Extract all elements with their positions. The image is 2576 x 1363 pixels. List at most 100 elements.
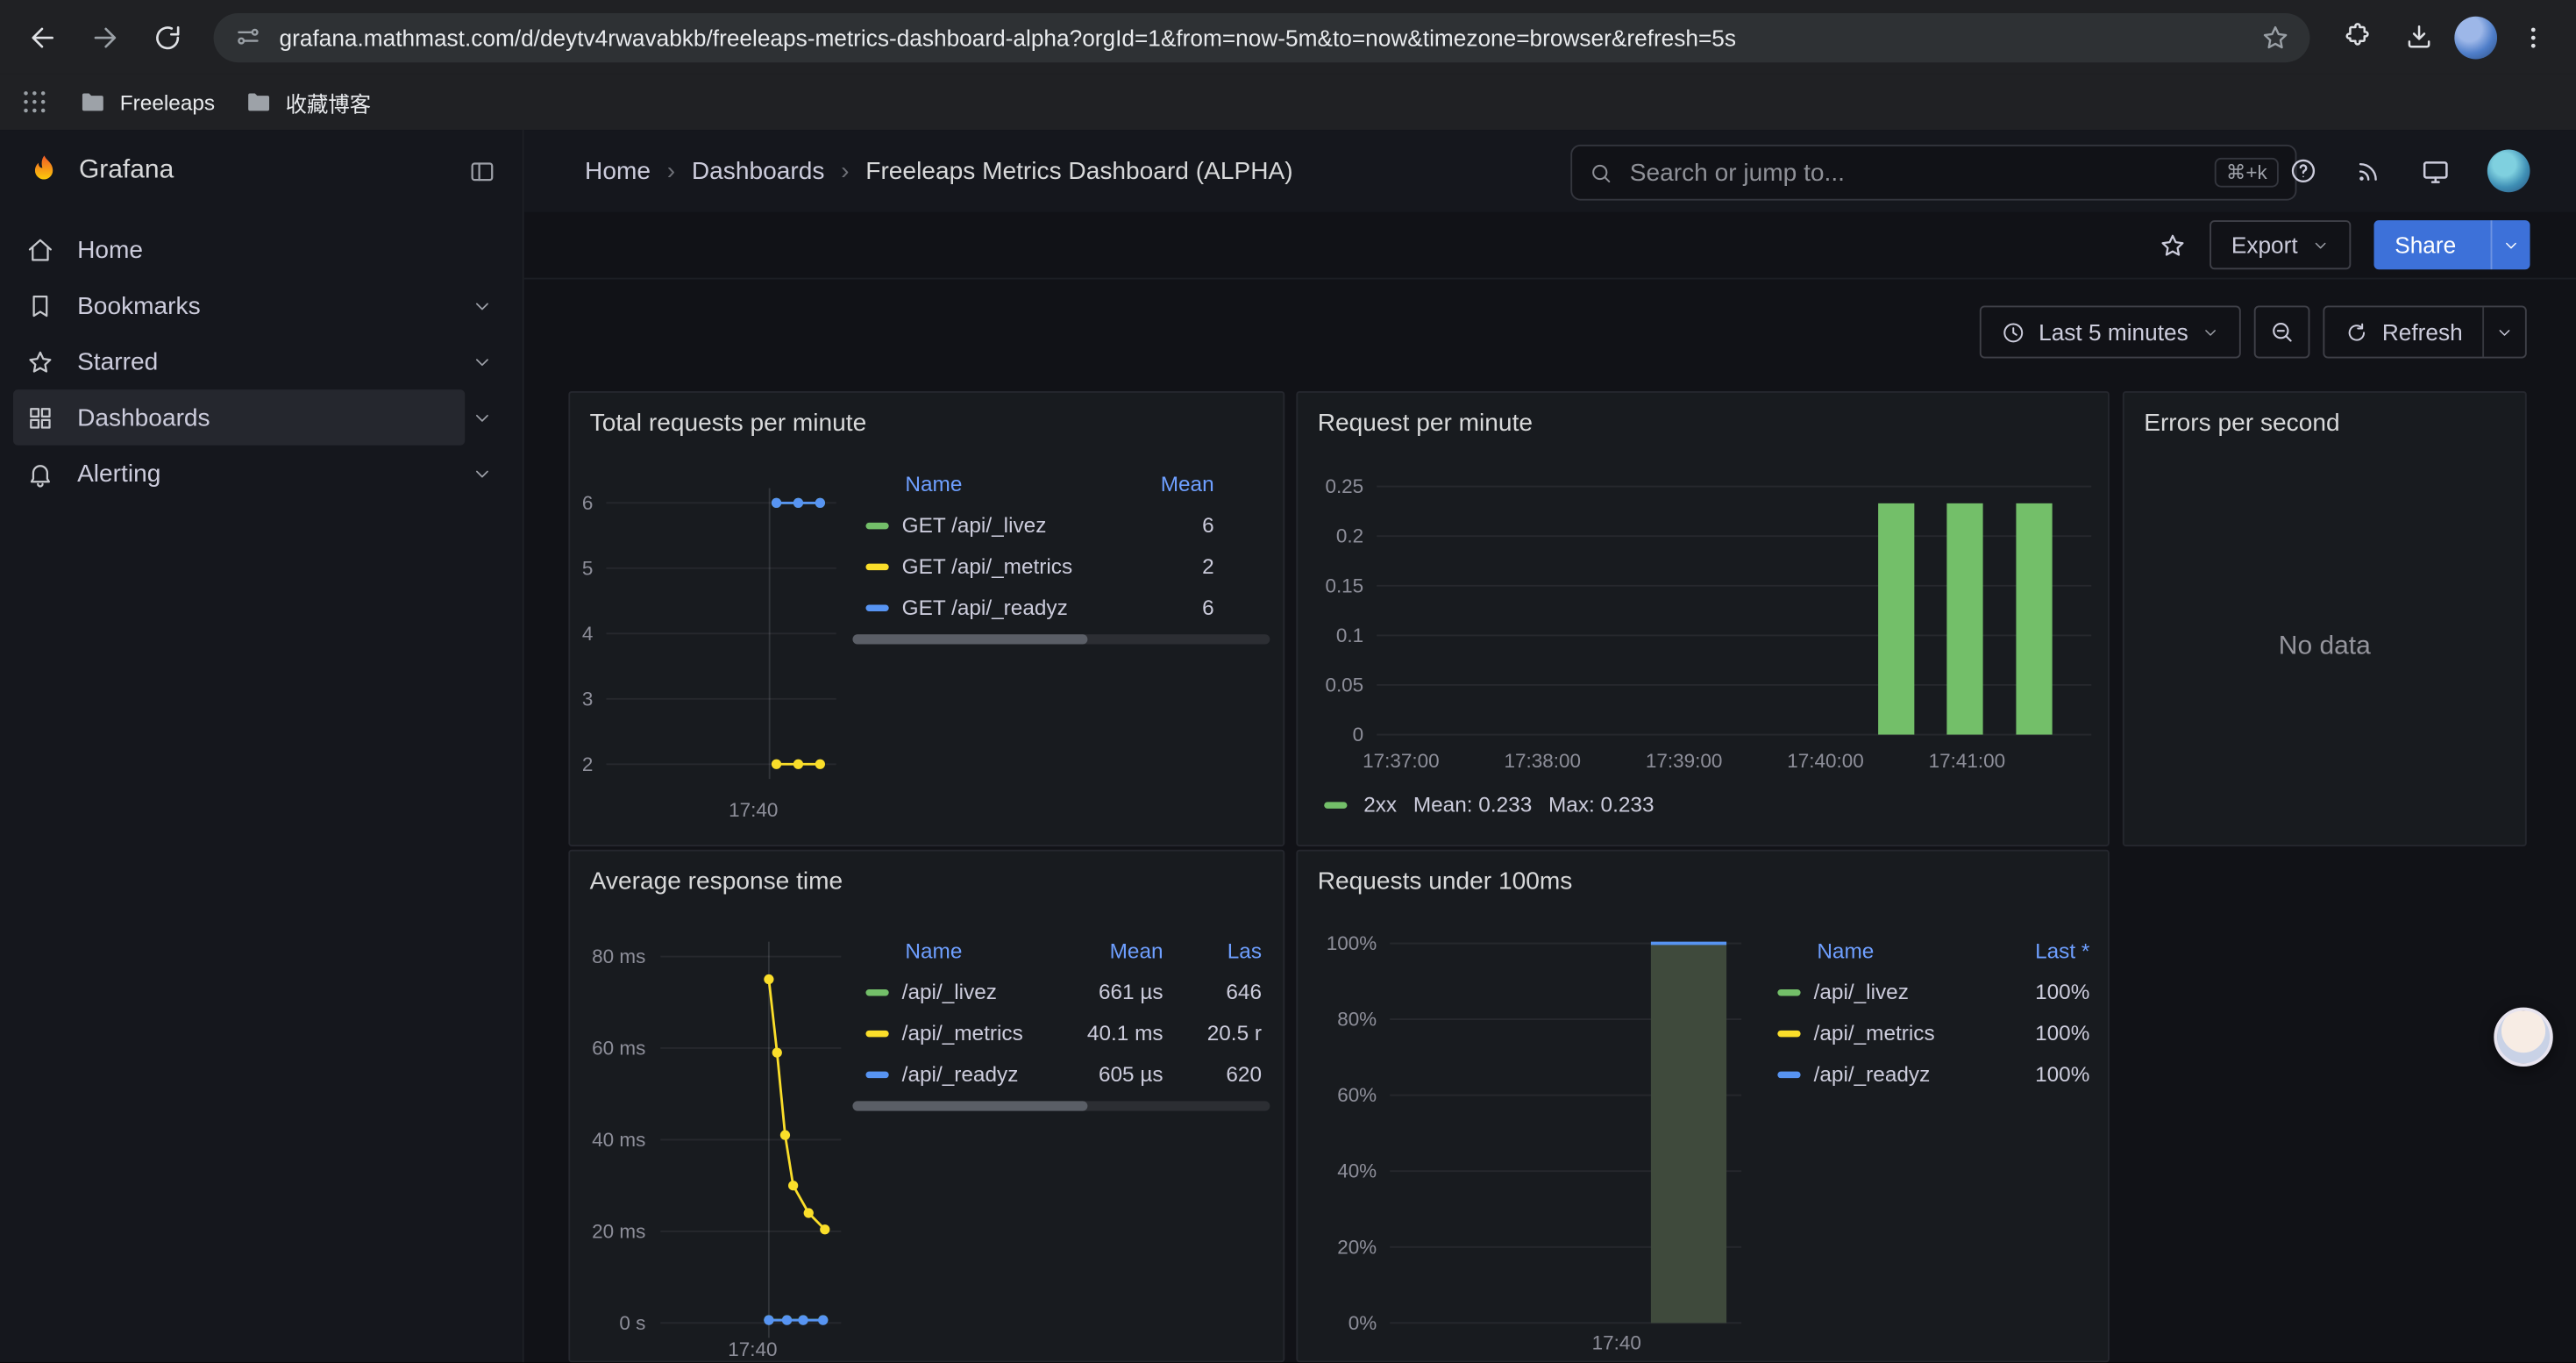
sidebar-item-bookmarks[interactable]: Bookmarks	[13, 278, 509, 334]
refresh-interval-chevron[interactable]	[2482, 307, 2525, 356]
chevron-down-icon[interactable]	[472, 407, 493, 428]
legend-scrollbar[interactable]	[852, 1101, 1270, 1110]
series-name[interactable]: /api/_readyz	[1814, 1061, 1931, 1086]
browser-menu-button[interactable]	[2507, 11, 2559, 63]
bookmark-folder-blog[interactable]: 收藏博客	[245, 86, 371, 118]
address-bar[interactable]: grafana.mathmast.com/d/deytv4rwavabkb/fr…	[214, 12, 2310, 61]
legend-column-header[interactable]: Last *	[1988, 938, 2089, 963]
sidebar-item-dashboards[interactable]: Dashboards	[13, 389, 509, 446]
share-menu-chevron[interactable]	[2491, 220, 2530, 269]
bookmark-folder-freeleaps[interactable]: Freeleaps	[79, 88, 215, 116]
svg-text:0.25: 0.25	[1325, 475, 1363, 497]
chevron-down-icon[interactable]	[472, 295, 493, 316]
time-range-picker[interactable]: Last 5 minutes	[1980, 306, 2241, 359]
panel-title[interactable]: Requests under 100ms	[1318, 867, 1573, 896]
series-name[interactable]: /api/_livez	[1814, 980, 1909, 1004]
series-name[interactable]: /api/_metrics	[902, 1021, 1023, 1045]
legend-row[interactable]: /api/_livez100%	[1764, 971, 2089, 1012]
sidebar-toggle-icon[interactable]	[468, 157, 496, 185]
legend-header: NameMean	[852, 463, 1213, 504]
bookmark-star-icon[interactable]	[2260, 22, 2290, 52]
legend-row[interactable]: /api/_metrics40.1 ms20.5 r	[852, 1012, 1262, 1053]
legend-row[interactable]: /api/_readyz100%	[1764, 1053, 2089, 1095]
panel-title[interactable]: Request per minute	[1318, 410, 1533, 438]
sidebar: Grafana Home Bookmarks Starred	[0, 130, 524, 1362]
series-value: 100%	[1988, 1021, 2089, 1045]
extensions-button[interactable]	[2330, 11, 2382, 63]
legend-row[interactable]: GET /api/_livez6	[852, 504, 1213, 546]
back-button[interactable]	[17, 11, 69, 63]
legend-scrollbar[interactable]	[852, 634, 1270, 644]
help-icon[interactable]	[2288, 156, 2318, 186]
dashboards-grid-icon	[26, 403, 54, 432]
user-avatar[interactable]	[2487, 150, 2530, 193]
legend-column-header[interactable]: Name	[1764, 938, 1988, 963]
series-name[interactable]: /api/_livez	[902, 980, 997, 1004]
panel-total-requests: Total requests per minute 6543217:40 Nam…	[568, 391, 1284, 846]
legend-row[interactable]: GET /api/_metrics2	[852, 546, 1213, 587]
sidebar-item-home[interactable]: Home	[13, 222, 509, 278]
news-rss-icon[interactable]	[2354, 156, 2384, 186]
grafana-app: Grafana Home Bookmarks Starred	[0, 130, 2576, 1362]
zoom-out-button[interactable]	[2254, 306, 2310, 359]
svg-text:3: 3	[582, 688, 594, 710]
series-value: 40.1 ms	[1048, 1021, 1163, 1045]
clock-icon	[2001, 319, 2025, 344]
site-settings-tune-icon[interactable]	[233, 22, 263, 52]
series-name[interactable]: /api/_metrics	[1814, 1021, 1935, 1045]
legend-row[interactable]: /api/_readyz605 µs620	[852, 1053, 1262, 1095]
legend-mean: Mean: 0.233	[1413, 792, 1532, 817]
legend-column-header[interactable]: Las	[1163, 938, 1262, 963]
search-input[interactable]	[1626, 157, 2202, 189]
reload-button[interactable]	[141, 11, 194, 63]
legend-row[interactable]: /api/_livez661 µs646	[852, 971, 1262, 1012]
chevron-down-icon[interactable]	[472, 351, 493, 372]
scrollbar-thumb[interactable]	[852, 634, 1087, 644]
legend-row[interactable]: /api/_metrics 100%	[1764, 1012, 2089, 1053]
assistant-avatar[interactable]	[2494, 1008, 2552, 1067]
legend-column-header[interactable]: Mean	[1135, 472, 1214, 496]
panel-title[interactable]: Total requests per minute	[590, 410, 867, 438]
svg-text:17:41:00: 17:41:00	[1929, 750, 2005, 772]
series-name[interactable]: GET /api/_livez	[902, 513, 1047, 538]
breadcrumb-home[interactable]: Home	[585, 157, 651, 185]
favorite-star-button[interactable]	[2159, 231, 2187, 259]
legend-table: NameMeanGET /api/_livez6GET /api/_metric…	[852, 463, 1213, 627]
monitor-icon[interactable]	[2420, 155, 2451, 187]
series-value: 6	[1135, 595, 1214, 619]
legend-column-header[interactable]: Name	[852, 938, 1048, 963]
series-value: 605 µs	[1048, 1061, 1163, 1086]
sidebar-item-starred[interactable]: Starred	[13, 333, 509, 389]
legend-column-header[interactable]: Name	[852, 472, 1135, 496]
sidebar-item-alerting[interactable]: Alerting	[13, 446, 509, 502]
downloads-button[interactable]	[2392, 11, 2444, 63]
series-name[interactable]: /api/_readyz	[902, 1061, 1019, 1086]
series-name[interactable]: GET /api/_metrics	[902, 553, 1072, 578]
refresh-button[interactable]: Refresh	[2324, 307, 2482, 356]
panel-title[interactable]: Average response time	[590, 867, 843, 896]
legend-column-header[interactable]: Mean	[1048, 938, 1163, 963]
url-text[interactable]: grafana.mathmast.com/d/deytv4rwavabkb/fr…	[280, 24, 2245, 50]
grafana-logo[interactable]	[26, 153, 62, 189]
share-button[interactable]: Share	[2373, 220, 2530, 269]
svg-text:40 ms: 40 ms	[592, 1129, 645, 1151]
star-icon	[26, 347, 54, 375]
browser-profile-avatar[interactable]	[2454, 16, 2497, 59]
breadcrumb-dashboards[interactable]: Dashboards	[692, 157, 825, 185]
series-value: 661 µs	[1048, 980, 1163, 1004]
legend-series-name[interactable]: 2xx	[1363, 792, 1397, 817]
svg-text:60 ms: 60 ms	[592, 1037, 645, 1059]
under-100ms-chart: 100%80%60%40%20%0%17:40	[1298, 852, 2110, 1363]
folder-icon	[245, 88, 273, 116]
forward-button[interactable]	[79, 11, 132, 63]
search-box[interactable]: ⌘+k	[1570, 145, 2296, 201]
scrollbar-thumb[interactable]	[852, 1101, 1087, 1110]
legend-inline[interactable]: 2xx Mean: 0.233 Max: 0.233	[1324, 792, 1654, 817]
search-shortcut-badge: ⌘+k	[2215, 158, 2279, 188]
export-button[interactable]: Export	[2210, 220, 2350, 269]
apps-grid-icon[interactable]	[19, 87, 49, 117]
panel-title[interactable]: Errors per second	[2144, 410, 2339, 438]
chevron-down-icon[interactable]	[472, 462, 493, 483]
legend-row[interactable]: GET /api/_readyz 6	[852, 587, 1213, 628]
series-name[interactable]: GET /api/_readyz	[902, 595, 1068, 619]
